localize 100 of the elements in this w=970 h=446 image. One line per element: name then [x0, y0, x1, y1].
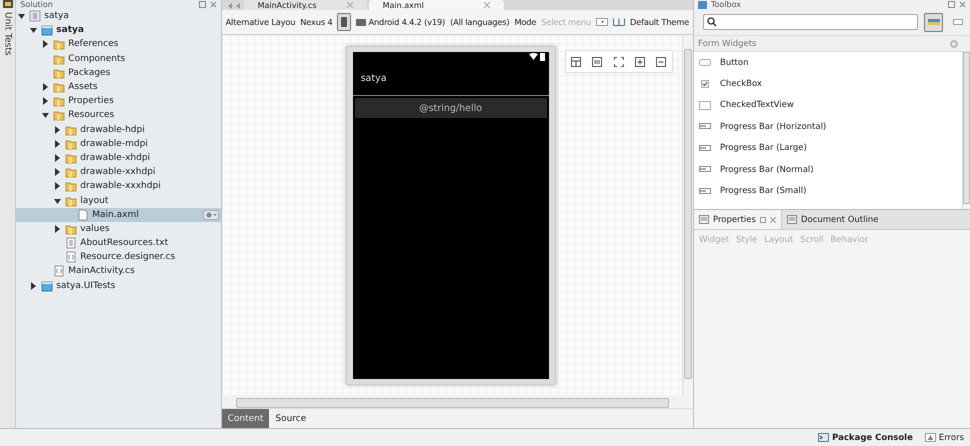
close-icon: [484, 2, 490, 8]
folder-icon: [65, 124, 78, 136]
toolbox-icon: [698, 0, 707, 8]
tree-item[interactable]: Assets: [16, 80, 221, 94]
layout-selector[interactable]: Alternative Layou: [226, 17, 296, 27]
battery-icon: [540, 53, 545, 61]
folder-icon: [53, 109, 66, 122]
collapsed-arrow-icon: [30, 282, 38, 290]
collapsed-arrow-icon: [42, 40, 50, 48]
book-icon: [613, 18, 626, 26]
folder-icon: [65, 152, 78, 164]
mode-label: Mode: [514, 17, 536, 27]
status-pad-button[interactable]: Package Console: [812, 432, 919, 442]
tree-item[interactable]: Resource.designer.cs: [16, 250, 221, 264]
document-icon: [77, 208, 90, 221]
toolbox-item[interactable]: Progress Bar (Normal): [694, 158, 962, 180]
hello-button[interactable]: @string/hello: [354, 98, 547, 118]
zoom-in-icon[interactable]: [634, 56, 645, 66]
tree-item[interactable]: layout: [16, 193, 221, 208]
screen-icon: [356, 18, 366, 26]
collapsed-arrow-icon: [54, 224, 62, 233]
tree-item[interactable]: Main.axml: [16, 208, 221, 222]
pin-icon: [948, 1, 955, 8]
document-tab[interactable]: Main.axml: [368, 0, 504, 10]
phone-icon: [341, 17, 348, 27]
solution-icon: [29, 10, 42, 22]
tree-item[interactable]: drawable-xhdpi: [16, 150, 221, 166]
app-title: satya: [352, 62, 549, 96]
code-file-icon: [65, 251, 78, 264]
tree-item[interactable]: Resources: [16, 108, 221, 122]
tree-item[interactable]: satya: [16, 23, 221, 38]
api-selector[interactable]: Android 4.4.2 (v19): [356, 17, 446, 27]
unit-tests-tab[interactable]: Unit Tests: [2, 12, 13, 56]
close-icon: [770, 216, 776, 222]
language-selector[interactable]: (All languages): [450, 17, 510, 27]
list-icon: [952, 19, 962, 25]
folder-icon: [53, 81, 66, 94]
pad-tab[interactable]: Document Outline: [782, 210, 884, 229]
vertical-scrollbar[interactable]: [962, 52, 970, 209]
folder-icon: [65, 222, 78, 235]
search-icon: [707, 17, 717, 27]
tree-item[interactable]: drawable-mdpi: [16, 136, 221, 151]
pin-icon: [198, 1, 206, 8]
view-tab[interactable]: Source: [269, 409, 312, 428]
folder-icon: [53, 95, 66, 108]
status-pad-button[interactable]: Errors: [918, 432, 970, 442]
panel-icon: [786, 215, 797, 224]
toolbox-item[interactable]: Progress Bar (Horizontal): [694, 116, 962, 138]
warning-icon: [924, 433, 936, 442]
folder-icon: [65, 138, 78, 150]
progress-bar-icon: [699, 122, 711, 132]
close-icon: [210, 1, 217, 8]
toolbox-item[interactable]: Progress Bar (Small): [694, 180, 962, 202]
toolbox-item[interactable]: Progress Bar (Large): [694, 138, 962, 159]
folder-icon: [65, 194, 78, 207]
actual-size-icon[interactable]: [592, 56, 602, 66]
tree-item[interactable]: drawable-hdpi: [16, 122, 221, 137]
dropdown-icon: [596, 18, 608, 26]
tree-item[interactable]: References: [16, 37, 221, 52]
gear-icon: [202, 210, 219, 220]
category-view-button[interactable]: [924, 12, 943, 32]
tree-item[interactable]: drawable-xxxhdpi: [16, 179, 221, 194]
document-tab[interactable]: MainActivity.cs: [244, 0, 367, 10]
folder-icon: [53, 38, 66, 50]
category-header[interactable]: Form Widgets: [698, 38, 950, 48]
search-field[interactable]: [703, 14, 918, 30]
panel-title: Solution: [20, 0, 54, 9]
tree-item[interactable]: values: [16, 222, 221, 236]
tree-item[interactable]: Properties: [16, 94, 221, 108]
pad-tab[interactable]: Properties: [694, 210, 782, 229]
orientation-button[interactable]: [337, 13, 352, 31]
button-icon: [699, 58, 711, 68]
close-icon: [950, 40, 958, 48]
device-selector[interactable]: Nexus 4: [300, 17, 332, 27]
tree-item[interactable]: drawable-xxhdpi: [16, 165, 221, 180]
progress-bar-icon: [699, 186, 711, 196]
zoom-out-icon[interactable]: [656, 56, 666, 66]
theme-selector[interactable]: Default Theme: [630, 17, 689, 27]
view-tab[interactable]: Content: [222, 409, 270, 428]
toolbox-item[interactable]: CheckedTextView: [694, 94, 962, 116]
close-icon: [959, 1, 966, 8]
code-file-icon: [53, 265, 66, 278]
progress-bar-icon: [699, 144, 711, 153]
back-arrow-icon: [226, 2, 242, 10]
layout-icon[interactable]: [571, 56, 582, 66]
project-icon: [41, 24, 54, 36]
tree-item[interactable]: MainActivity.cs: [16, 264, 221, 279]
toolbox-item[interactable]: Button: [694, 52, 962, 74]
tree-item[interactable]: Packages: [16, 66, 221, 80]
expanded-arrow-icon: [54, 196, 62, 205]
tree-item[interactable]: Components: [16, 52, 221, 66]
text-file-icon: [65, 237, 78, 250]
fit-icon[interactable]: [614, 56, 624, 66]
wifi-icon: [528, 53, 538, 60]
tree-item[interactable]: AboutResources.txt: [16, 236, 221, 250]
tree-item[interactable]: satya.UITests: [16, 278, 221, 293]
panel-icon: [699, 215, 709, 224]
toolbox-item[interactable]: CheckBox: [694, 73, 962, 95]
tree-item[interactable]: satya: [16, 9, 221, 24]
vertical-scrollbar[interactable]: [682, 35, 693, 395]
